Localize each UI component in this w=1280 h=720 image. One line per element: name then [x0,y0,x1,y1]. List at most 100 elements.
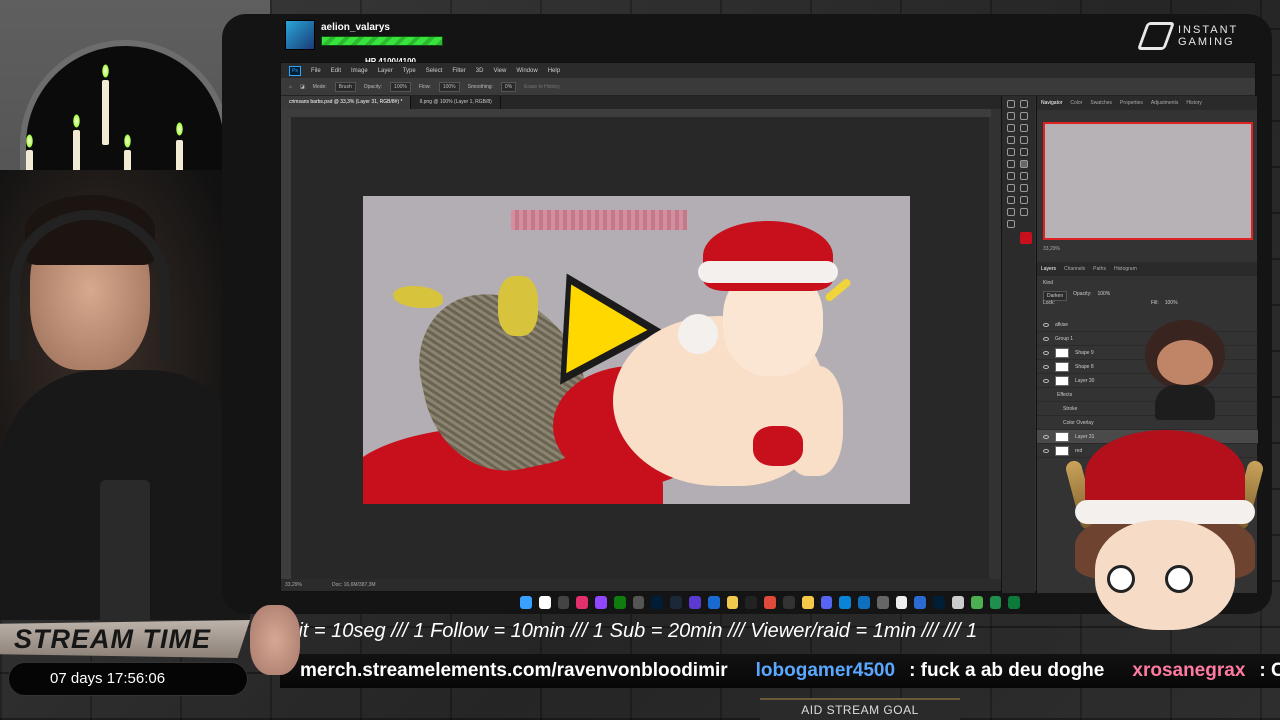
chrome-icon[interactable] [764,595,776,609]
frame-tool-icon[interactable] [1020,124,1028,132]
tab-properties[interactable]: Properties [1120,100,1143,106]
emoji-app-icon[interactable] [801,595,814,609]
edge-icon[interactable] [839,595,852,609]
brush-tool-icon[interactable] [1007,148,1015,156]
tab-navigator[interactable]: Navigator [1041,100,1062,106]
opacity-field[interactable]: 100% [390,81,411,92]
xbox-icon[interactable] [613,595,626,609]
instagram-icon[interactable] [576,595,589,609]
menu-3d[interactable]: 3D [476,68,484,74]
menu-window[interactable]: Window [516,68,537,74]
eye-icon[interactable] [1043,364,1049,369]
tab-history[interactable]: History [1186,100,1202,106]
history-brush-icon[interactable] [1007,160,1015,168]
photoshop-app-icon[interactable] [651,595,664,609]
merch-link[interactable]: merch.streamelements.com/ravenvonbloodim… [300,660,728,682]
chat-username: lobogamer4500 [755,660,896,681]
tab-color[interactable]: Color [1070,100,1082,106]
status-bar: 33,29% Doc: 16,6M/387,3M [281,579,1001,591]
document-tabs: crimsans barbs.psd @ 33,3% (Layer 31, RG… [281,96,1001,109]
app-icon[interactable] [951,595,964,609]
blur-tool-icon[interactable] [1020,172,1028,180]
eye-icon[interactable] [1043,336,1049,341]
app-icon[interactable] [989,595,1002,609]
twitch-icon[interactable] [595,595,607,609]
menu-help[interactable]: Help [548,68,560,74]
lasso-tool-icon[interactable] [1007,112,1015,120]
pen-tool-icon[interactable] [1020,184,1028,192]
flow-field[interactable]: 100% [438,81,460,92]
tab-histogram[interactable]: Histogram [1114,266,1137,272]
navigator-zoom[interactable]: 33,29% [1043,246,1060,252]
gradient-tool-icon[interactable] [1007,172,1015,180]
tab-swatches[interactable]: Swatches [1090,100,1112,106]
menu-layer[interactable]: Layer [378,68,393,74]
healing-tool-icon[interactable] [1020,136,1028,144]
windows-start-icon[interactable] [520,595,532,609]
eraser-icon[interactable] [1020,160,1028,168]
tab-crimsans[interactable]: crimsans barbs.psd @ 33,3% (Layer 31, RG… [281,96,412,109]
tab-channels[interactable]: Channels [1064,266,1085,272]
task-view-icon[interactable] [557,595,570,609]
app-icon[interactable] [876,595,889,609]
hand-tool-icon[interactable] [1020,208,1028,216]
tab-layers[interactable]: Layers [1041,266,1056,272]
marquee-tool-icon[interactable] [1020,100,1028,108]
wand-tool-icon[interactable] [1020,112,1028,120]
folder-icon[interactable] [726,595,739,609]
eye-icon[interactable] [1043,322,1049,327]
menu-edit[interactable]: Edit [331,68,341,74]
crop-tool-icon[interactable] [1007,124,1015,132]
erase-history-checkbox[interactable]: Erase to History [524,84,560,90]
shape-tool-icon[interactable] [1007,208,1015,216]
app-icon[interactable] [1008,595,1021,609]
search-icon[interactable] [538,595,551,609]
eye-icon[interactable] [1043,378,1049,383]
tab-adjustments[interactable]: Adjustments [1151,100,1179,106]
layer-name: Group 1 [1055,335,1074,342]
navigator-preview[interactable] [1043,122,1253,240]
artwork-canvas[interactable] [363,196,910,504]
home-icon[interactable]: ⌂ [289,84,292,90]
epic-games-icon[interactable] [745,595,758,609]
eraser-tool-icon[interactable]: ◪ [300,84,305,90]
zoom-tool-icon[interactable] [1007,220,1015,228]
game-launcher-icon[interactable] [689,595,701,609]
filter-kind[interactable]: Kind [1043,280,1053,286]
menu-file[interactable]: File [311,68,321,74]
horizontal-ruler [291,109,991,117]
discord-icon[interactable] [820,595,833,609]
menu-type[interactable]: Type [403,68,416,74]
app-icon[interactable] [914,595,927,609]
app-icon[interactable] [782,595,795,609]
tab-paths[interactable]: Paths [1093,266,1106,272]
type-tool-icon[interactable] [1007,196,1015,204]
photoshop-app-icon[interactable] [933,595,945,609]
sponsor-line2: GAMING [1178,36,1235,48]
foreground-color-swatch[interactable] [1020,232,1032,244]
layers-panel-tabs: Layers Channels Paths Histogram [1037,262,1257,276]
settings-app-icon[interactable] [632,595,645,609]
eye-icon[interactable] [1043,350,1049,355]
minecraft-icon[interactable] [970,595,983,609]
pink-text-block [511,210,687,230]
instant-gaming-icon [1136,22,1176,50]
zoom-level[interactable]: 33,29% [285,582,302,588]
menu-filter[interactable]: Filter [452,68,465,74]
app-icon[interactable] [858,595,870,609]
steam-icon[interactable] [670,595,683,609]
app-icon[interactable] [707,595,720,609]
eyedropper-tool-icon[interactable] [1007,136,1015,144]
menu-image[interactable]: Image [351,68,368,74]
path-select-icon[interactable] [1020,196,1028,204]
move-tool-icon[interactable] [1007,100,1015,108]
layer-thumbnail [1055,347,1069,358]
calendar-icon[interactable] [895,595,908,609]
dodge-tool-icon[interactable] [1007,184,1015,192]
tab-ii-png[interactable]: II.png @ 100% (Layer 1, RGB/8) [411,96,501,109]
smoothing-field[interactable]: 0% [500,81,517,92]
mode-select[interactable]: Brush [334,81,356,92]
stamp-tool-icon[interactable] [1020,148,1028,156]
menu-view[interactable]: View [493,68,506,74]
menu-select[interactable]: Select [426,68,443,74]
